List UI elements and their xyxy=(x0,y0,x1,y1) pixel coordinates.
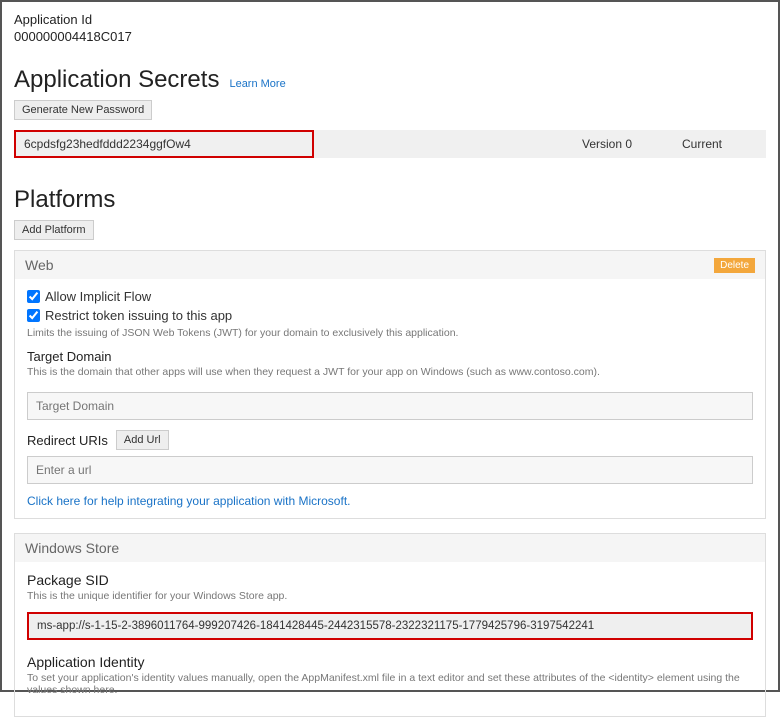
generate-password-button[interactable]: Generate New Password xyxy=(14,100,152,120)
web-panel: Web Delete Allow Implicit Flow Restrict … xyxy=(14,250,766,519)
secret-row: 6cpdsfg23hedfddd2234ggfOw4 Version 0 Cur… xyxy=(14,130,766,158)
restrict-token-help: Limits the issuing of JSON Web Tokens (J… xyxy=(27,327,753,339)
store-panel-header: Windows Store xyxy=(15,534,765,562)
web-panel-header: Web Delete xyxy=(15,251,765,279)
secret-version: Version 0 xyxy=(574,130,674,158)
delete-web-button[interactable]: Delete xyxy=(714,258,755,273)
allow-implicit-row[interactable]: Allow Implicit Flow xyxy=(27,289,753,304)
appid-label: Application Id xyxy=(14,12,766,27)
allow-implicit-label: Allow Implicit Flow xyxy=(45,289,151,304)
learn-more-link[interactable]: Learn More xyxy=(229,78,285,90)
restrict-token-label: Restrict token issuing to this app xyxy=(45,308,232,323)
app-identity-help: To set your application's identity value… xyxy=(27,672,753,696)
redirect-uris-label: Redirect URIs Add Url xyxy=(27,430,753,450)
secret-password: 6cpdsfg23hedfddd2234ggfOw4 xyxy=(14,130,314,158)
store-panel: Windows Store Package SID This is the un… xyxy=(14,533,766,717)
integration-help-link[interactable]: Click here for help integrating your app… xyxy=(27,494,753,508)
add-url-button[interactable]: Add Url xyxy=(116,430,169,450)
package-sid-label: Package SID xyxy=(27,572,753,588)
restrict-token-checkbox[interactable] xyxy=(27,309,40,322)
secrets-title: Application Secrets xyxy=(14,66,219,94)
target-domain-label: Target Domain xyxy=(27,349,753,364)
secret-status: Current xyxy=(674,130,766,158)
app-identity-label: Application Identity xyxy=(27,654,753,670)
web-panel-title: Web xyxy=(25,257,54,273)
redirect-uris-text: Redirect URIs xyxy=(27,433,108,448)
add-platform-button[interactable]: Add Platform xyxy=(14,220,94,240)
redirect-uri-input[interactable] xyxy=(27,456,753,484)
allow-implicit-checkbox[interactable] xyxy=(27,290,40,303)
target-domain-help: This is the domain that other apps will … xyxy=(27,366,753,378)
store-panel-title: Windows Store xyxy=(25,540,119,556)
platforms-heading: Platforms xyxy=(14,186,766,214)
target-domain-input[interactable] xyxy=(27,392,753,420)
secrets-heading: Application Secrets Learn More xyxy=(14,66,766,94)
package-sid-help: This is the unique identifier for your W… xyxy=(27,590,753,602)
package-sid-value: ms-app://s-1-15-2-3896011764-999207426-1… xyxy=(27,612,753,640)
appid-value: 000000004418C017 xyxy=(14,29,766,44)
restrict-token-row[interactable]: Restrict token issuing to this app xyxy=(27,308,753,323)
